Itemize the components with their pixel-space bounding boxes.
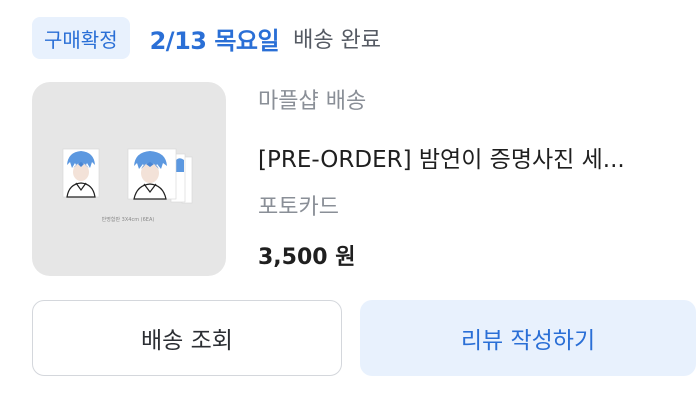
id-photo-stack: [127, 148, 193, 204]
order-status-row: 구매확정 2/13 목요일 배송 완료: [32, 16, 381, 60]
id-photo-large: [62, 148, 100, 198]
thumbnail-caption: 반명함판 3X4cm (6EA): [102, 216, 155, 223]
product-info: 마플샵 배송 [PRE-ORDER] 밤연이 증명사진 세... 포토카드 3,…: [258, 84, 678, 276]
product-price: 3,500 원: [258, 245, 356, 270]
product-option: 포토카드: [258, 195, 339, 220]
track-delivery-button[interactable]: 배송 조회: [32, 300, 342, 376]
photo-card-image: 반명함판 3X4cm (6EA): [62, 148, 193, 223]
product-thumbnail[interactable]: 반명함판 3X4cm (6EA): [32, 82, 226, 276]
delivery-date: 2/13 목요일: [149, 26, 280, 55]
purchase-confirmed-badge: 구매확정: [32, 17, 130, 59]
product-title[interactable]: [PRE-ORDER] 밤연이 증명사진 세...: [258, 142, 678, 178]
delivery-status: 배송 완료: [293, 28, 382, 53]
seller-label: 마플샵 배송: [258, 89, 367, 114]
write-review-button[interactable]: 리뷰 작성하기: [360, 300, 696, 376]
